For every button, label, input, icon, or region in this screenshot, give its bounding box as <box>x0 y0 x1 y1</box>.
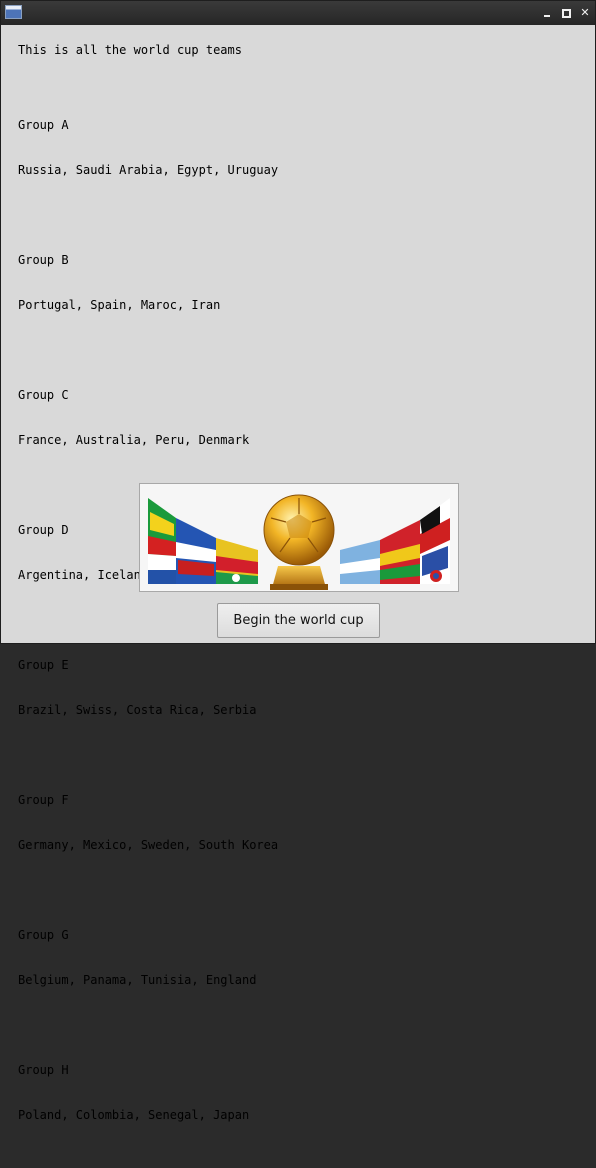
group-teams: Germany, Mexico, Sweden, South Korea <box>18 838 279 852</box>
app-window: ✕ This is all the world cup teams Group … <box>0 0 596 1122</box>
maximize-icon[interactable] <box>559 6 573 20</box>
group-block: Group E Brazil, Swiss, Costa Rica, Serbi… <box>18 628 578 748</box>
group-block: Group B Portugal, Spain, Maroc, Iran <box>18 223 578 343</box>
minimize-icon[interactable] <box>540 6 554 20</box>
group-name: Group H <box>18 1063 69 1077</box>
page-heading: This is all the world cup teams <box>18 43 242 57</box>
group-block: Group A Russia, Saudi Arabia, Egypt, Uru… <box>18 88 578 208</box>
group-name: Group C <box>18 388 69 402</box>
group-name: Group E <box>18 658 69 672</box>
group-name: Group F <box>18 793 69 807</box>
title-bar[interactable]: ✕ <box>1 1 595 25</box>
group-teams: Brazil, Swiss, Costa Rica, Serbia <box>18 703 257 717</box>
world-cup-ball-icon <box>140 484 458 591</box>
group-block: Group F Germany, Mexico, Sweden, South K… <box>18 763 578 883</box>
group-teams: Belgium, Panama, Tunisia, England <box>18 973 257 987</box>
close-icon[interactable]: ✕ <box>578 6 592 20</box>
group-teams: France, Australia, Peru, Denmark <box>18 433 250 447</box>
app-icon <box>5 5 22 19</box>
world-cup-banner-image <box>139 483 459 592</box>
group-block: Group G Belgium, Panama, Tunisia, Englan… <box>18 898 578 1018</box>
group-name: Group A <box>18 118 69 132</box>
group-teams: Poland, Colombia, Senegal, Japan <box>18 1108 250 1122</box>
group-name: Group B <box>18 253 69 267</box>
group-teams: Portugal, Spain, Maroc, Iran <box>18 298 221 312</box>
group-block: Group H Poland, Colombia, Senegal, Japan <box>18 1033 578 1153</box>
group-name: Group G <box>18 928 69 942</box>
group-teams: Russia, Saudi Arabia, Egypt, Uruguay <box>18 163 279 177</box>
begin-world-cup-button[interactable]: Begin the world cup <box>217 603 380 638</box>
group-block: Group C France, Australia, Peru, Denmark <box>18 358 578 478</box>
